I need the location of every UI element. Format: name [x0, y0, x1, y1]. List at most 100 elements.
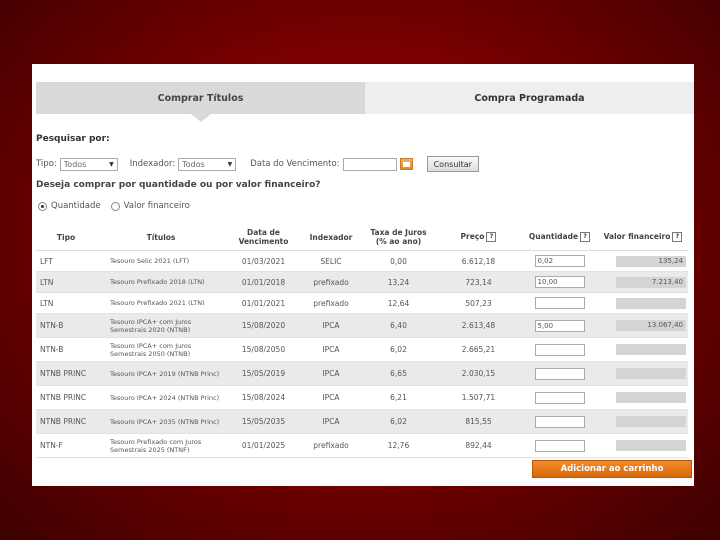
valor-financeiro-value — [616, 392, 686, 403]
vencimento-date-input[interactable] — [342, 157, 397, 171]
indexador-select-value: Todos — [182, 159, 205, 169]
cell-tipo: NTN-B — [40, 321, 64, 330]
valor-financeiro-value — [616, 297, 686, 309]
cell-indexador: prefixado — [313, 277, 349, 287]
cell-data-vencimento: 01/03/2021 — [241, 256, 286, 266]
cell-titulo: Tesouro Prefixado 2018 (LTN) — [110, 278, 205, 286]
quantidade-input[interactable]: 10,00 — [534, 276, 585, 288]
cell-preco: 892,44 — [465, 441, 492, 450]
cell-taxa: 6,21 — [390, 393, 407, 402]
cell-valor-financeiro — [598, 368, 688, 379]
consultar-button[interactable]: Consultar — [426, 156, 479, 172]
quantidade-input[interactable] — [534, 391, 585, 404]
cell-titulo: Tesouro Prefixado com Juros Semestrais 2… — [110, 437, 202, 454]
tab-bar: Comprar Títulos Compra Programada — [36, 82, 694, 122]
quantidade-input[interactable] — [534, 343, 585, 356]
cell-taxa: 12,76 — [387, 441, 410, 450]
chevron-down-icon: ▼ — [227, 160, 233, 168]
help-icon[interactable]: ? — [486, 232, 497, 242]
valor-financeiro-value — [616, 416, 686, 427]
cell-taxa: 12,64 — [387, 298, 410, 308]
tab-comprar-titulos[interactable]: Comprar Títulos — [36, 82, 365, 122]
quantidade-input[interactable]: 5,00 — [534, 319, 585, 332]
indexador-select[interactable]: Todos ▼ — [178, 157, 237, 171]
chevron-down-icon: ▼ — [109, 160, 114, 168]
header-taxa-line1: Taxa de Juros — [370, 228, 427, 237]
cell-indexador: IPCA — [322, 345, 340, 354]
tipo-label: Tipo: — [36, 159, 57, 169]
cell-taxa: 6,02 — [390, 345, 407, 354]
header-valor-financeiro: Valor financeiro? — [598, 232, 688, 242]
radio-valor-financeiro[interactable] — [110, 201, 120, 211]
calendar-icon[interactable] — [399, 158, 413, 170]
cell-data-vencimento: 15/08/2050 — [241, 345, 286, 354]
cell-taxa: 13,24 — [387, 277, 410, 287]
cell-valor-financeiro — [598, 297, 688, 309]
header-data-line2: Vencimento — [238, 237, 289, 246]
cell-data-vencimento: 01/01/2025 — [241, 441, 286, 450]
header-preco: Preço? — [436, 232, 521, 242]
cell-indexador: IPCA — [322, 393, 340, 402]
cell-valor-financeiro — [598, 392, 688, 403]
header-tipo: Tipo — [56, 232, 76, 242]
radio-quantidade[interactable] — [38, 201, 47, 211]
valor-financeiro-value — [616, 344, 686, 355]
treasury-purchase-panel: Comprar Títulos Compra Programada Pesqui… — [32, 64, 694, 486]
cell-valor-financeiro — [598, 440, 688, 451]
cell-preco: 2.613,48 — [461, 321, 496, 330]
quantidade-input[interactable]: 0,02 — [534, 255, 585, 267]
cell-data-vencimento: 01/01/2018 — [241, 277, 286, 287]
help-icon[interactable]: ? — [580, 232, 591, 242]
valor-financeiro-value: 135,24 — [616, 255, 686, 267]
cell-taxa: 6,02 — [390, 417, 407, 426]
table-row: LTN Tesouro Prefixado 2018 (LTN) 01/01/201… — [36, 272, 688, 293]
cell-preco: 1.507,71 — [461, 393, 496, 402]
radio-quantidade-label: Quantidade — [51, 201, 101, 211]
header-quantidade: Quantidade? — [521, 232, 598, 242]
cell-data-vencimento: 15/05/2019 — [241, 369, 286, 378]
add-to-cart-button[interactable]: Adicionar ao carrinho — [532, 460, 692, 478]
table-row: NTN-B Tesouro IPCA+ com Juros Semestrais … — [36, 314, 688, 338]
tab-compra-programada[interactable]: Compra Programada — [365, 82, 694, 114]
cell-valor-financeiro — [598, 416, 688, 427]
cell-indexador: IPCA — [322, 321, 340, 330]
cell-indexador: SELIC — [320, 256, 342, 266]
table-header: Tipo Títulos Data de Vencimento Indexado… — [36, 224, 688, 251]
quantidade-input[interactable] — [534, 439, 585, 452]
cell-tipo: LTN — [40, 277, 54, 287]
cell-indexador: IPCA — [322, 417, 340, 426]
tipo-select-value: Todos — [63, 159, 87, 169]
header-preco-label: Preço — [460, 232, 485, 241]
cell-quantidade: 5,00 — [521, 319, 598, 332]
cell-titulo: Tesouro IPCA+ 2035 (NTNB Princ) — [110, 417, 220, 426]
table-row: NTN-B Tesouro IPCA+ com Juros Semestrais … — [36, 338, 688, 362]
header-data-vencimento: Data de Vencimento — [226, 228, 301, 246]
cell-tipo: LFT — [40, 256, 53, 266]
search-section-title: Pesquisar por: — [36, 134, 110, 144]
cell-preco: 6.612,18 — [461, 256, 496, 266]
header-quantidade-label: Quantidade — [528, 232, 579, 241]
tipo-select[interactable]: Todos ▼ — [59, 157, 118, 171]
valor-financeiro-value: 13.067,40 — [616, 320, 686, 331]
cell-tipo: NTNB PRINC — [40, 393, 87, 402]
cell-preco: 507,23 — [465, 298, 492, 308]
cell-indexador: prefixado — [313, 298, 349, 308]
quantidade-input[interactable] — [534, 367, 585, 380]
cell-data-vencimento: 15/08/2020 — [241, 321, 286, 330]
cell-tipo: LTN — [40, 298, 54, 308]
quantidade-input[interactable] — [534, 415, 585, 428]
cell-valor-financeiro: 7.213,40 — [598, 276, 688, 288]
header-indexador: Indexador — [309, 232, 353, 242]
table-row: NTNB PRINC Tesouro IPCA+ 2024 (NTNB Princ… — [36, 386, 688, 410]
cell-tipo: NTNB PRINC — [40, 369, 87, 378]
cell-indexador: prefixado — [313, 441, 349, 450]
cell-taxa: 0,00 — [390, 256, 407, 266]
help-icon[interactable]: ? — [672, 232, 683, 242]
cell-preco: 2.030,15 — [461, 369, 496, 378]
header-taxa: Taxa de Juros (% ao ano) — [361, 228, 436, 246]
cell-tipo: NTN-B — [40, 345, 64, 354]
cell-quantidade — [521, 367, 598, 380]
purchase-mode-radio-group: Quantidade Valor financeiro — [38, 201, 190, 211]
cell-taxa: 6,40 — [390, 321, 407, 330]
quantidade-input[interactable] — [534, 297, 585, 309]
